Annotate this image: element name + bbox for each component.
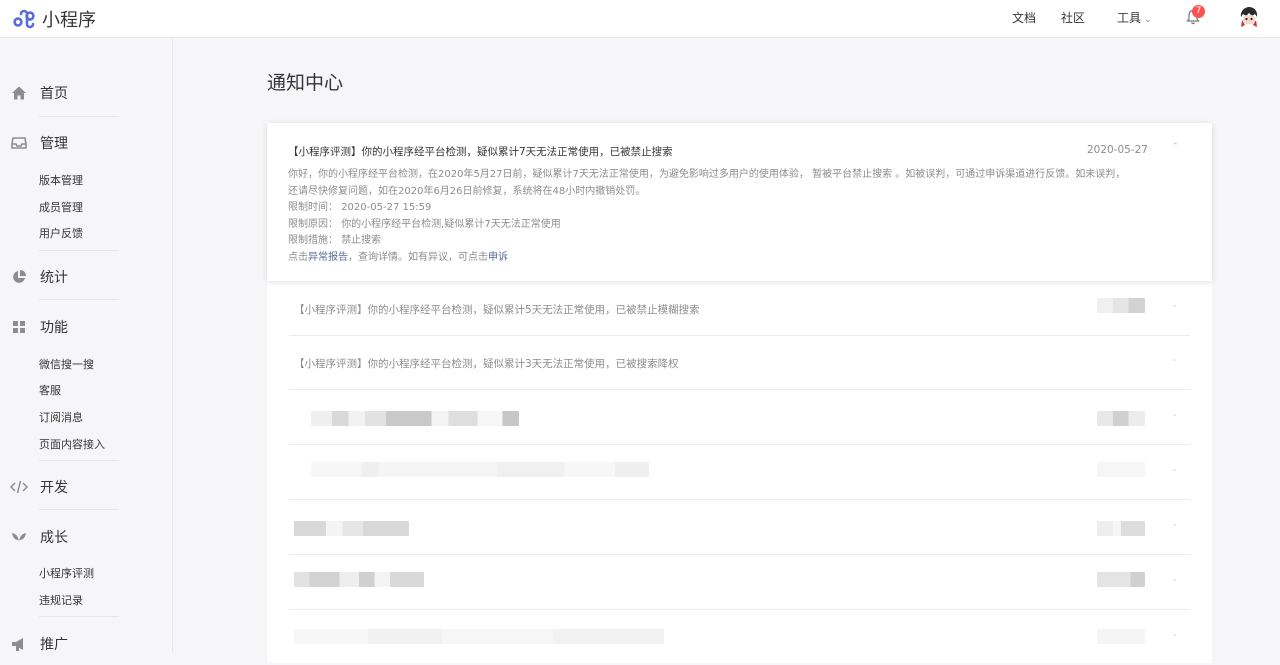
divider xyxy=(39,460,119,461)
measure-value: 禁止搜索 xyxy=(341,235,382,246)
anomaly-report-link[interactable]: 异常报告 xyxy=(308,252,348,263)
sidebar: 首页 管理 版本管理 成员管理 用户反馈 统计 功能 微信搜一搜 客服 订阅消息… xyxy=(0,38,173,653)
chevron-down-icon: ⌄ xyxy=(1144,15,1152,25)
notice-title: 【小程序评测】你的小程序经平台检测，疑似累计7天无法正常使用，已被禁止搜索 xyxy=(288,146,673,158)
sidebar-item-label: 功能 xyxy=(40,320,68,336)
blurred-title xyxy=(311,411,519,426)
sidebar-item-label: 首页 xyxy=(40,86,68,102)
reason-label: 限制原因： xyxy=(288,218,338,230)
notice-date: 2020-05-27 xyxy=(1086,144,1148,156)
megaphone-icon xyxy=(10,635,28,653)
chevron-down-icon[interactable]: ⌄ xyxy=(1171,300,1178,309)
notice-row[interactable]: 【小程序评测】你的小程序经平台检测，疑似累计3天无法正常使用，已被搜索降权 ⌄ xyxy=(289,336,1190,390)
avatar[interactable] xyxy=(1238,6,1260,28)
blurred-title xyxy=(294,521,409,536)
blurred-date xyxy=(1097,462,1145,477)
sidebar-item-develop[interactable]: 开发 xyxy=(10,477,68,497)
sidebar-item-home[interactable]: 首页 xyxy=(10,83,68,103)
notice-row[interactable]: ⌄ xyxy=(289,611,1190,665)
sidebar-item-label: 成长 xyxy=(40,530,68,546)
blurred-date xyxy=(1097,411,1145,426)
sidebar-item-customer-service[interactable]: 客服 xyxy=(39,382,61,398)
community-link[interactable]: 社区 xyxy=(1061,9,1085,26)
divider xyxy=(39,116,119,117)
code-icon xyxy=(10,478,28,496)
notice-row[interactable]: ⌄ xyxy=(289,501,1190,555)
grid-icon xyxy=(10,318,28,336)
mini-program-logo-icon xyxy=(13,9,35,29)
chevron-down-icon[interactable]: ⌄ xyxy=(1171,464,1178,473)
chevron-down-icon[interactable]: ⌄ xyxy=(1171,629,1178,638)
notice-row[interactable]: ⌄ xyxy=(289,556,1190,610)
blurred-date xyxy=(1097,629,1145,644)
logo[interactable]: 小程序 xyxy=(12,6,96,32)
inbox-icon xyxy=(10,134,28,152)
sidebar-item-label: 开发 xyxy=(40,480,68,496)
sidebar-item-promotion[interactable]: 推广 xyxy=(10,634,68,654)
notice-row[interactable]: 【小程序评测】你的小程序经平台检测，疑似累计5天无法正常使用，已被禁止模糊搜索 … xyxy=(289,282,1190,336)
restriction-time: 限制时间： 2020-05-27 15:59 xyxy=(288,200,1158,217)
divider xyxy=(39,616,119,617)
restriction-reason: 限制原因： 你的小程序经平台检测,疑似累计7天无法正常使用 xyxy=(288,217,1158,234)
sidebar-item-violation-records[interactable]: 违规记录 xyxy=(39,592,83,608)
sidebar-item-growth[interactable]: 成长 xyxy=(10,527,68,547)
divider xyxy=(39,250,119,251)
sidebar-item-wechat-search[interactable]: 微信搜一搜 xyxy=(39,356,94,372)
page-title: 通知中心 xyxy=(267,72,344,94)
sprout-icon xyxy=(10,528,28,546)
measure-label: 限制措施： xyxy=(288,235,338,246)
chevron-down-icon[interactable]: ⌄ xyxy=(1171,519,1178,528)
notice-body-line: 你好，你的小程序经平台检测，在2020年5月27日前，疑似累计7天无法正常使用，… xyxy=(288,169,1126,180)
notice-footer: 点击异常报告，查询详情。如有异议，可点击申诉 xyxy=(288,250,1158,267)
sidebar-item-page-content[interactable]: 页面内容接入 xyxy=(39,436,105,452)
appeal-link[interactable]: 申诉 xyxy=(488,252,508,263)
blurred-date xyxy=(1097,298,1145,313)
sidebar-item-label: 管理 xyxy=(40,136,68,152)
footer-mid: ，查询详情。如有异议，可点击 xyxy=(348,251,488,263)
notification-badge: 7 xyxy=(1192,5,1205,18)
blurred-title xyxy=(311,462,649,477)
sidebar-item-user-feedback[interactable]: 用户反馈 xyxy=(39,225,83,241)
docs-link[interactable]: 文档 xyxy=(1012,9,1036,26)
chevron-down-icon[interactable]: ⌄ xyxy=(1171,409,1178,418)
logo-text: 小程序 xyxy=(42,10,96,31)
sidebar-item-label: 统计 xyxy=(40,270,68,286)
restriction-measure: 限制措施： 禁止搜索 xyxy=(288,233,1158,250)
notice-body-line: 还请尽快修复问题，如在2020年6月26日前修复，系统将在48小时内撤销处罚。 xyxy=(288,185,646,197)
time-label: 限制时间： xyxy=(288,202,338,213)
sidebar-item-member-management[interactable]: 成员管理 xyxy=(39,199,83,215)
sidebar-item-subscription-messages[interactable]: 订阅消息 xyxy=(39,409,83,425)
top-bar: 小程序 文档 社区 工具 ⌄ 7 xyxy=(0,0,1280,38)
pie-chart-icon xyxy=(10,268,28,286)
tools-label: 工具 xyxy=(1117,11,1142,25)
chevron-down-icon[interactable]: ⌄ xyxy=(1171,574,1178,583)
sidebar-item-label: 推广 xyxy=(40,637,68,653)
divider xyxy=(39,299,119,300)
home-icon xyxy=(10,84,28,102)
notice-row-title: 【小程序评测】你的小程序经平台检测，疑似累计5天无法正常使用，已被禁止模糊搜索 xyxy=(294,304,700,316)
reason-value: 你的小程序经平台检测,疑似累计7天无法正常使用 xyxy=(341,218,561,230)
sidebar-item-mini-program-review[interactable]: 小程序评测 xyxy=(39,565,94,581)
notice-row[interactable]: ⌄ xyxy=(289,391,1190,445)
divider xyxy=(39,509,119,510)
blurred-title xyxy=(294,572,424,587)
sidebar-item-version-management[interactable]: 版本管理 xyxy=(39,172,83,188)
blurred-date xyxy=(1097,521,1145,536)
sidebar-item-statistics[interactable]: 统计 xyxy=(10,267,68,287)
blurred-title xyxy=(294,629,664,644)
notice-row[interactable]: ⌄ xyxy=(289,446,1190,500)
notice-body: 你好，你的小程序经平台检测，在2020年5月27日前，疑似累计7天无法正常使用，… xyxy=(288,167,1158,266)
time-value: 2020-05-27 15:59 xyxy=(341,202,432,213)
footer-prefix: 点击 xyxy=(288,251,308,263)
sidebar-item-features[interactable]: 功能 xyxy=(10,317,68,337)
blurred-date xyxy=(1097,572,1145,587)
chevron-up-icon[interactable]: ⌃ xyxy=(1171,142,1179,152)
chevron-down-icon[interactable]: ⌄ xyxy=(1171,354,1178,363)
tools-menu[interactable]: 工具 ⌄ xyxy=(1117,9,1152,26)
notice-expanded[interactable]: 【小程序评测】你的小程序经平台检测，疑似累计7天无法正常使用，已被禁止搜索 20… xyxy=(267,123,1212,281)
notice-row-title: 【小程序评测】你的小程序经平台检测，疑似累计3天无法正常使用，已被搜索降权 xyxy=(294,358,679,370)
sidebar-item-manage[interactable]: 管理 xyxy=(10,133,68,153)
